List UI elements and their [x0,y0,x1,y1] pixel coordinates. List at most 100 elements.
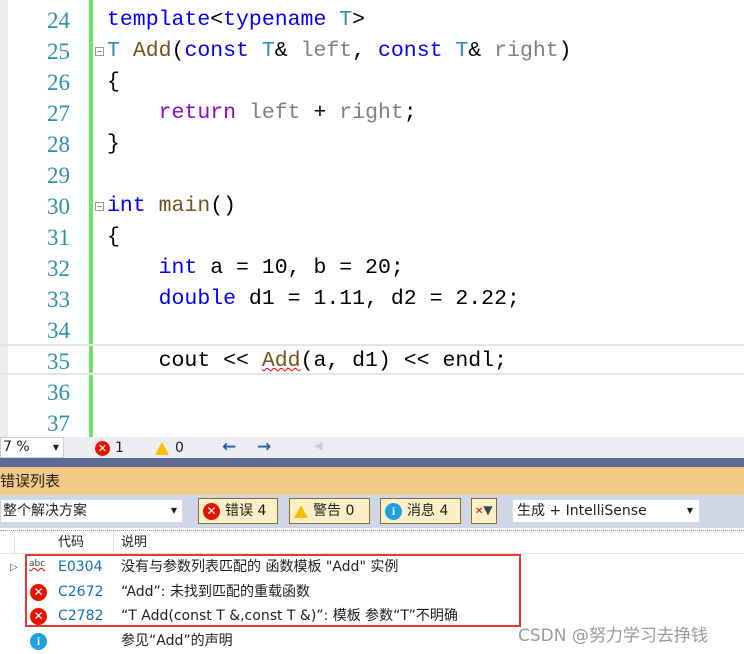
code-token: left [300,39,353,63]
messages-filter-button[interactable]: i 消息 4 [380,498,461,524]
arrow-left-icon[interactable]: ← [222,437,236,457]
zoom-select[interactable]: 7 % ▼ [0,437,64,458]
error-count[interactable]: ✕ 1 [95,440,124,456]
chevron-down-icon: ▼ [52,443,59,452]
code-token: () [210,194,237,218]
chevron-down-icon: ▼ [170,506,177,515]
watermark: CSDN @努力学习去挣钱 [518,626,708,646]
code-line[interactable]: 33 double d1 = 1.11, d2 = 2.22; [0,284,744,315]
code-token: const [184,39,249,63]
line-number: 25 [47,39,70,64]
code-token: ; [403,101,417,125]
filter-clear-icon: ✕▼ [475,503,493,517]
code-token: int [158,256,198,280]
code-token: template [107,8,211,32]
code-token: (a, d1) << endl; [300,349,507,373]
error-icon: ✕ [203,502,220,520]
column-description[interactable]: 说明 [121,531,147,555]
code-line[interactable]: 26 { [0,67,744,98]
code-line[interactable]: 28} [0,129,744,160]
info-icon: i [385,502,402,520]
code-line[interactable]: 24 template<typename T> [0,5,744,36]
code-token: < [210,8,224,32]
line-number: 33 [47,287,70,312]
expand-icon[interactable]: ▷ [10,555,18,580]
line-number: 26 [47,70,70,95]
code-token: & [274,39,301,63]
line-number: 27 [47,101,70,126]
collapse-icon[interactable]: − [95,202,104,211]
code-token: Add [261,349,301,373]
code-text: double d1 = 1.11, d2 = 2.22; [107,284,520,315]
column-code[interactable]: 代码 [58,531,84,555]
code-token: a = 10, b = 20; [197,256,404,280]
code-line[interactable]: 29 [0,160,744,191]
error-icon: ✕ [95,440,110,456]
code-token: return [158,101,237,125]
code-token: T [261,39,275,63]
arrow-right-icon[interactable]: → [257,437,271,457]
code-line[interactable]: 32 int a = 10, b = 20; [0,253,744,284]
code-token: } [107,132,120,156]
code-token: double [158,287,237,311]
code-token: ( [171,39,185,63]
code-token: T [107,39,120,63]
code-token: right [339,101,404,125]
code-token: ) [558,39,572,63]
info-icon: i [30,632,47,650]
code-editor[interactable]: 24 template<typename T> 25− T Add(const T& … [0,0,744,437]
clear-filter-button[interactable]: ✕▼ [471,498,497,524]
code-line[interactable]: 37 [0,408,744,439]
warnings-filter-button[interactable]: 警告 0 [289,498,370,524]
code-text: int a = 10, b = 20; [107,253,404,284]
warning-icon [294,504,308,518]
line-number: 34 [47,318,70,343]
source-select[interactable]: 生成 + IntelliSense ▼ [512,499,700,523]
panel-title: 错误列表 [0,472,61,490]
code-token: { [107,225,120,249]
code-token: T [455,39,469,63]
code-line[interactable]: 25− T Add(const T& left, const T& right) [0,36,744,67]
scope-value: 整个解决方案 [3,503,87,519]
code-token: right [494,39,559,63]
line-number: 28 [47,132,70,157]
code-line[interactable]: 30 − int main() [0,191,744,222]
code-token: { [107,70,120,94]
line-number: 24 [47,8,70,33]
warnings-filter-label: 警告 0 [313,503,355,519]
scope-select[interactable]: 整个解决方案 ▼ [0,499,183,523]
error-list-header: 代码 说明 [0,530,744,555]
code-token: > [352,8,366,32]
code-token: int [107,194,146,218]
code-line[interactable]: 27 return left + right; [0,98,744,129]
code-line[interactable]: 35 cout << Add(a, d1) << endl; [0,344,744,375]
collapse-icon[interactable]: − [95,47,104,56]
error-list-toolbar: 整个解决方案 ▼ ✕ 错误 4 警告 0 i 消息 4 ✕▼ 生成 + Intelli… [0,495,744,528]
panel-splitter[interactable] [0,458,744,467]
code-text: { [107,67,120,98]
warning-icon [155,441,169,455]
code-token: T [339,8,353,32]
messages-filter-label: 消息 4 [407,503,449,519]
highlight-box [25,554,521,627]
code-line[interactable]: 36 [0,377,744,408]
code-line[interactable]: 31 { [0,222,744,253]
code-token: + [300,101,340,125]
errors-filter-button[interactable]: ✕ 错误 4 [198,498,278,524]
line-number: 35 [47,349,70,374]
chevron-down-icon: ▼ [686,506,693,515]
line-number: 29 [47,163,70,188]
code-token: d1 = 1.11, d2 = 2.22; [236,287,520,311]
scroll-left-icon[interactable]: ◀ [314,439,322,452]
warning-count[interactable]: 0 [155,440,184,456]
code-text: } [107,129,120,160]
zoom-value: 7 % [3,439,30,455]
line-number: 37 [47,411,70,436]
code-line[interactable]: 34 [0,315,744,346]
